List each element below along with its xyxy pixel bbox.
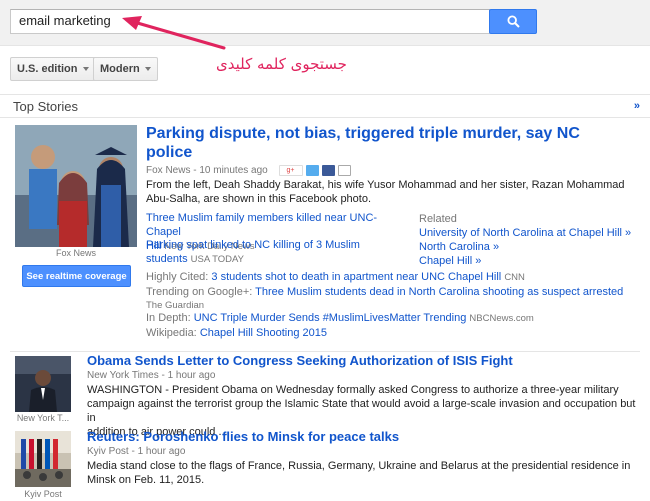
annotation-text: جستجوی کلمه کلیدی [216, 55, 347, 73]
search-icon [506, 15, 520, 28]
highly-cited: Highly Cited: 3 students shot to death i… [146, 271, 525, 283]
section-title: Top Stories [13, 99, 79, 114]
google-plus-icon[interactable]: g+ [278, 165, 303, 176]
story2-image[interactable] [15, 356, 71, 412]
search-input[interactable]: email marketing [10, 9, 490, 34]
chevron-down-icon [82, 67, 89, 72]
wikipedia-link[interactable]: Chapel Hill Shooting 2015 [200, 327, 327, 339]
wikipedia: Wikipedia: Chapel Hill Shooting 2015 [146, 327, 328, 339]
story3-image[interactable] [15, 431, 71, 487]
divider [10, 351, 640, 352]
story3-snippet: Media stand close to the flags of France… [87, 460, 631, 486]
related-label: Related [419, 213, 457, 225]
story3-headline[interactable]: Reuters: Poroshenko flies to Minsk for p… [87, 429, 637, 445]
image-credit: Kyiv Post [24, 489, 62, 499]
lead-headline[interactable]: Parking dispute, not bias, triggered tri… [146, 124, 636, 162]
highly-cited-link[interactable]: 3 students shot to death in apartment ne… [211, 271, 501, 283]
search-button[interactable] [489, 9, 537, 34]
annotation-arrow [122, 16, 226, 50]
search-bar-area: email marketing [0, 0, 650, 46]
lead-story-image[interactable] [15, 125, 137, 247]
story3-source: Kyiv Post - 1 hour ago [87, 446, 186, 457]
image-credit: New York T... [16, 413, 70, 423]
section-header: Top Stories » [0, 94, 650, 118]
image-credit: Fox News [55, 248, 96, 258]
chevron-down-icon [144, 67, 151, 72]
twitter-icon[interactable] [305, 165, 319, 176]
style-dropdown[interactable]: Modern [93, 57, 158, 81]
facebook-icon[interactable] [321, 165, 335, 176]
realtime-coverage-button[interactable]: See realtime coverage [22, 265, 131, 287]
expand-button[interactable]: » [634, 100, 640, 112]
trending-link[interactable]: Three Muslim students dead in North Caro… [255, 286, 623, 298]
share-icons: g+ [278, 165, 351, 176]
lead-source: Fox News - 10 minutes ago g+ [146, 165, 351, 176]
sub-article-2[interactable]: Parking spat linked to NC killing of 3 M… [146, 238, 410, 267]
related-links: Related University of North Carolina at … [419, 212, 639, 268]
edition-dropdown[interactable]: U.S. edition [10, 57, 96, 81]
related-link[interactable]: University of North Carolina at Chapel H… [419, 226, 639, 240]
story2-source: New York Times - 1 hour ago [87, 370, 216, 381]
lead-snippet: From the left, Deah Shaddy Barakat, his … [146, 179, 625, 205]
trending: Trending on Google+: Three Muslim studen… [146, 286, 624, 311]
story2-headline[interactable]: Obama Sends Letter to Congress Seeking A… [87, 353, 637, 369]
email-icon[interactable] [337, 165, 351, 176]
in-depth: In Depth: UNC Triple Murder Sends #Musli… [146, 312, 534, 324]
related-link[interactable]: North Carolina » [419, 240, 639, 254]
in-depth-link[interactable]: UNC Triple Murder Sends #MuslimLivesMatt… [194, 312, 467, 324]
related-link[interactable]: Chapel Hill » [419, 254, 639, 268]
